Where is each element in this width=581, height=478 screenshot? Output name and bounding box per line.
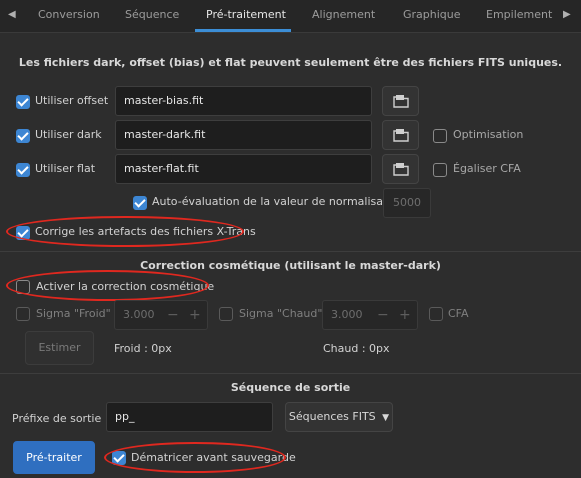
sequence-type-value: Séquences FITS	[288, 410, 376, 423]
chevron-down-icon: ▼	[382, 413, 390, 423]
offset-file-field[interactable]: master-bias.fit	[115, 86, 372, 116]
tab-scroll-right-icon[interactable]: ▶	[563, 0, 571, 32]
plus-icon[interactable]: +	[399, 301, 411, 329]
enable-cosmetic-label: Activer la correction cosmétique	[36, 280, 215, 293]
sigma-hot-checkbox[interactable]	[219, 307, 233, 321]
cold-count: Froid : 0px	[114, 342, 172, 355]
use-flat-checkbox[interactable]	[16, 163, 30, 177]
use-flat-label: Utiliser flat	[35, 162, 96, 175]
folder-icon	[392, 95, 409, 108]
auto-eval-checkbox[interactable]	[133, 196, 147, 210]
normalization-value-field[interactable]: 5000	[383, 188, 431, 218]
estimate-button[interactable]: Estimer	[25, 331, 94, 365]
cfa-label: CFA	[448, 307, 469, 320]
use-dark-checkbox[interactable]	[16, 129, 30, 143]
enable-cosmetic-checkbox[interactable]	[16, 280, 30, 294]
section-divider	[0, 251, 581, 252]
sigma-cold-checkbox[interactable]	[16, 307, 30, 321]
dark-file-field[interactable]: master-dark.fit	[115, 120, 372, 150]
use-offset-checkbox[interactable]	[16, 95, 30, 109]
offset-browse-button[interactable]	[382, 86, 419, 116]
tab-graphics[interactable]: Graphique	[403, 0, 461, 32]
folder-icon	[392, 129, 409, 142]
section-divider	[0, 373, 581, 374]
tab-bar: ◀ Conversion Séquence Pré-traitement Ali…	[0, 0, 581, 33]
minus-icon[interactable]: −	[167, 301, 179, 329]
dark-optimization-checkbox[interactable]	[433, 129, 447, 143]
auto-eval-label: Auto-évaluation de la valeur de normalis…	[152, 195, 405, 208]
cosmetic-section-title: Correction cosmétique (utilisant le mast…	[140, 259, 441, 272]
sigma-cold-label: Sigma "Froid" :	[36, 307, 118, 320]
masters-notice: Les fichiers dark, offset (bias) et flat…	[18, 56, 563, 69]
tab-conversion[interactable]: Conversion	[38, 0, 100, 32]
sigma-hot-label: Sigma "Chaud" :	[239, 307, 330, 320]
xtrans-fix-label: Corrige les artefacts des fichiers X-Tra…	[35, 225, 256, 238]
sigma-hot-value: 3.000	[331, 308, 363, 321]
plus-icon[interactable]: +	[189, 301, 201, 329]
flat-file-field[interactable]: master-flat.fit	[115, 154, 372, 184]
hot-count: Chaud : 0px	[323, 342, 390, 355]
tab-alignment[interactable]: Alignement	[312, 0, 375, 32]
output-section-title: Séquence de sortie	[230, 381, 351, 394]
dark-optimization-label: Optimisation	[453, 128, 524, 141]
tab-preprocessing[interactable]: Pré-traitement	[206, 0, 286, 32]
xtrans-fix-checkbox[interactable]	[16, 226, 30, 240]
debayer-label: Dématricer avant sauvegarde	[131, 451, 296, 464]
debayer-checkbox[interactable]	[112, 451, 126, 465]
cfa-checkbox[interactable]	[429, 307, 443, 321]
minus-icon[interactable]: −	[377, 301, 389, 329]
tab-stacking[interactable]: Empilement	[486, 0, 552, 32]
use-offset-label: Utiliser offset	[35, 94, 109, 107]
tab-sequence[interactable]: Séquence	[125, 0, 179, 32]
sigma-cold-spinner[interactable]: 3.000 − +	[114, 300, 208, 330]
prefix-field[interactable]: pp_	[106, 402, 273, 432]
equalize-cfa-checkbox[interactable]	[433, 163, 447, 177]
flat-browse-button[interactable]	[382, 154, 419, 184]
active-tab-indicator	[195, 29, 291, 32]
tab-scroll-left-icon[interactable]: ◀	[8, 0, 16, 32]
prefix-label: Préfixe de sortie :	[12, 412, 109, 425]
folder-icon	[392, 163, 409, 176]
equalize-cfa-label: Égaliser CFA	[453, 162, 521, 175]
sigma-hot-spinner[interactable]: 3.000 − +	[322, 300, 418, 330]
sequence-type-dropdown[interactable]: Séquences FITS ▼	[285, 402, 393, 432]
preprocess-button[interactable]: Pré-traiter	[13, 441, 95, 474]
dark-browse-button[interactable]	[382, 120, 419, 150]
use-dark-label: Utiliser dark	[35, 128, 102, 141]
sigma-cold-value: 3.000	[123, 308, 155, 321]
